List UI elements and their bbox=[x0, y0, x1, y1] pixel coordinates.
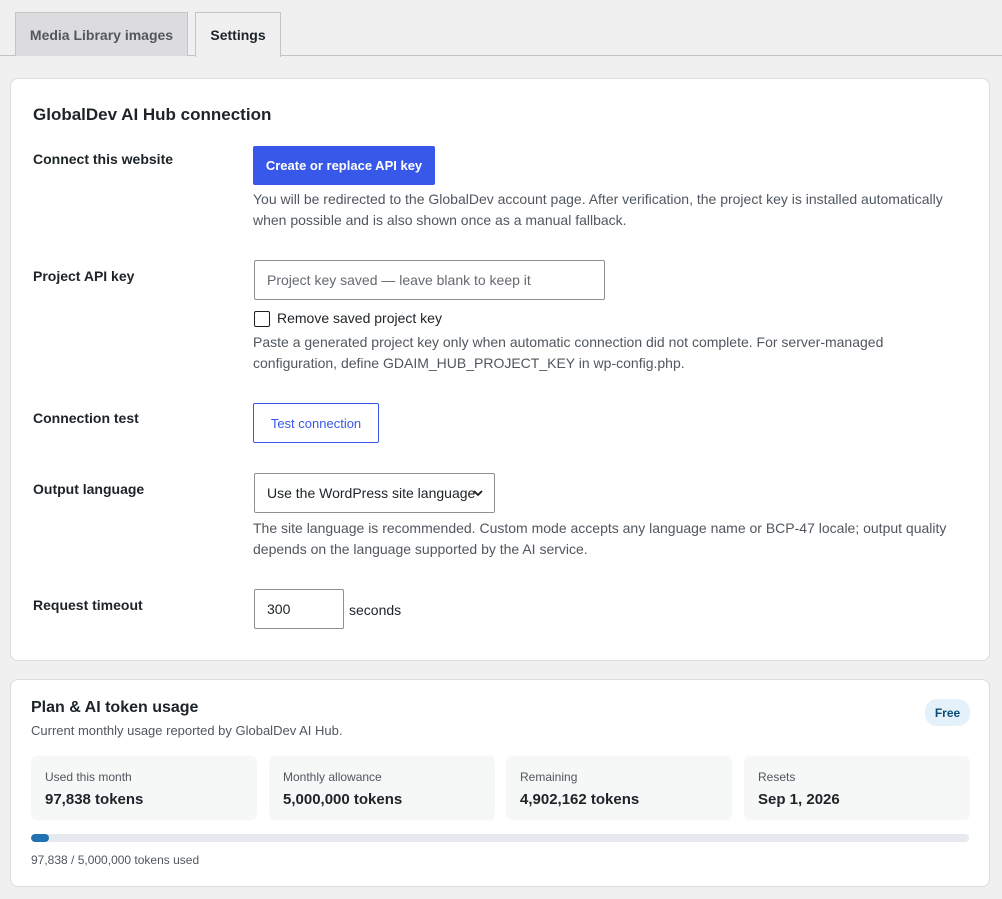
stat-monthly-allowance: Monthly allowance 5,000,000 tokens bbox=[269, 756, 495, 820]
create-api-key-button[interactable]: Create or replace API key bbox=[253, 146, 435, 185]
connect-desc-line: when possible and is also shown once as … bbox=[253, 212, 627, 228]
request-timeout-label: Request timeout bbox=[33, 597, 143, 613]
output-language-select[interactable]: Use the WordPress site language bbox=[254, 473, 495, 513]
connect-description: You will be redirected to the GlobalDev … bbox=[253, 189, 973, 231]
language-desc-line: depends on the language supported by the… bbox=[253, 541, 588, 557]
chevron-down-icon bbox=[473, 490, 483, 497]
connection-test-label: Connection test bbox=[33, 410, 139, 426]
usage-card: Plan & AI token usage Current monthly us… bbox=[10, 679, 990, 887]
api-key-input[interactable] bbox=[254, 260, 605, 300]
stat-label: Used this month bbox=[45, 770, 132, 784]
api-key-description: Paste a generated project key only when … bbox=[253, 332, 973, 374]
connect-desc-line: You will be redirected to the GlobalDev … bbox=[253, 191, 943, 207]
tab-label: Media Library images bbox=[29, 26, 174, 43]
stat-resets: Resets Sep 1, 2026 bbox=[744, 756, 970, 820]
test-connection-button[interactable]: Test connection bbox=[253, 403, 379, 443]
connection-card: GlobalDev AI Hub connection Connect this… bbox=[10, 78, 990, 661]
stat-label: Monthly allowance bbox=[283, 770, 382, 784]
plan-badge: Free bbox=[925, 699, 970, 726]
stat-label: Remaining bbox=[520, 770, 578, 784]
timeout-input[interactable] bbox=[254, 589, 344, 629]
usage-progress-fill bbox=[31, 834, 50, 842]
api-key-label: Project API key bbox=[33, 268, 135, 284]
usage-subtitle: Current monthly usage reported by Global… bbox=[31, 723, 343, 738]
tab-settings[interactable]: Settings bbox=[195, 12, 281, 57]
language-desc-line: The site language is recommended. Custom… bbox=[253, 520, 947, 536]
api-key-desc-line: Paste a generated project key only when … bbox=[253, 334, 884, 350]
stat-value: 5,000,000 tokens bbox=[283, 791, 403, 808]
stat-value: 97,838 tokens bbox=[45, 791, 144, 808]
connection-title: GlobalDev AI Hub connection bbox=[33, 105, 272, 124]
usage-progress-bar bbox=[31, 834, 969, 842]
stat-used-this-month: Used this month 97,838 tokens bbox=[31, 756, 257, 820]
stat-remaining: Remaining 4,902,162 tokens bbox=[506, 756, 732, 820]
tab-media-library-images[interactable]: Media Library images bbox=[15, 12, 188, 56]
api-key-desc-line: configuration, define GDAIM_HUB_PROJECT_… bbox=[253, 355, 685, 371]
tab-label: Settings bbox=[210, 27, 266, 43]
connect-website-label: Connect this website bbox=[33, 151, 174, 167]
stat-label: Resets bbox=[758, 770, 796, 784]
tab-bar: Media Library images Settings bbox=[0, 0, 1002, 57]
stat-value: Sep 1, 2026 bbox=[758, 791, 840, 808]
select-value: Use the WordPress site language bbox=[267, 485, 476, 501]
timeout-unit: seconds bbox=[349, 602, 402, 618]
remove-key-label: Remove saved project key bbox=[277, 310, 442, 326]
usage-title: Plan & AI token usage bbox=[31, 699, 199, 716]
language-description: The site language is recommended. Custom… bbox=[253, 518, 973, 560]
remove-key-checkbox[interactable] bbox=[254, 311, 270, 327]
usage-progress-text: 97,838 / 5,000,000 tokens used bbox=[31, 853, 200, 867]
stat-value: 4,902,162 tokens bbox=[520, 791, 640, 808]
output-language-label: Output language bbox=[33, 481, 145, 497]
